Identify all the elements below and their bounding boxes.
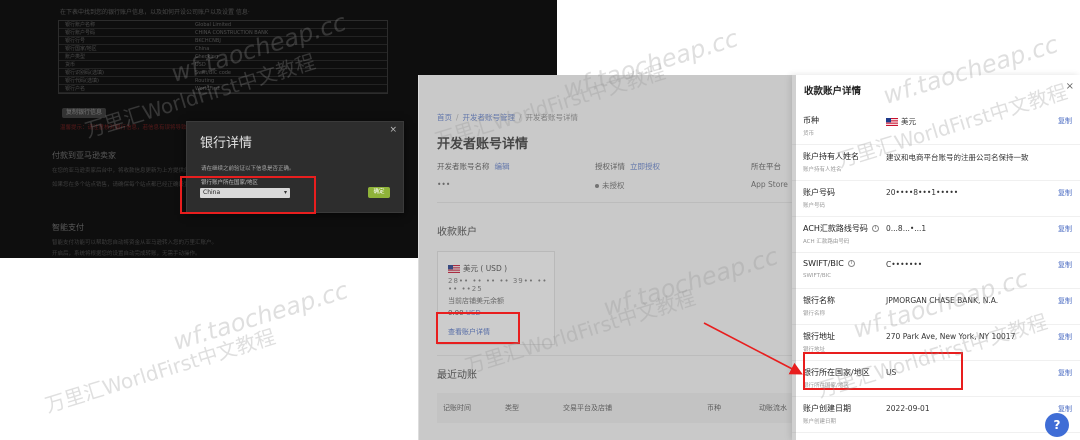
page-title: 开发者账号详情 bbox=[437, 137, 529, 152]
developer-account-page: 首页 / 开发者账号管理 / 开发者账号详情 开发者账号详情 开发者账号名称 编辑 授权详… bbox=[418, 75, 796, 440]
col-header-currency: 币种 bbox=[707, 404, 721, 412]
copy-button[interactable]: 复制 bbox=[1058, 224, 1072, 234]
detail-row-account-number: 账户号码 账户号码 20••••8•••1••••• 复制 bbox=[792, 181, 1080, 217]
close-icon[interactable]: × bbox=[389, 125, 397, 135]
transactions-table-header: 记账时间 类型 交易平台及店铺 币种 动账流水 bbox=[437, 393, 796, 423]
account-name-label: 开发者账号名称 编辑 bbox=[437, 162, 510, 171]
info-icon[interactable]: i bbox=[871, 225, 879, 232]
auth-status: 未授权 bbox=[595, 180, 625, 191]
dialog-description: 请在继续之前验证以下信息是否正确。 bbox=[201, 166, 295, 172]
section-heading: 智能支付 bbox=[52, 223, 84, 232]
detail-row-created-date: 账户创建日期 账户创建日期 2022-09-01 复制 bbox=[792, 397, 1080, 433]
top-note: 在下表中找到您的银行账户信息，以及如何开设公司账户以及设置 信息· bbox=[60, 9, 250, 16]
table-row: 账户类型 Checking bbox=[59, 53, 387, 61]
col-header-type: 类型 bbox=[505, 404, 519, 412]
copy-button[interactable]: 复制 bbox=[1058, 296, 1072, 306]
copy-button[interactable]: 复制 bbox=[1058, 368, 1072, 378]
authorize-link[interactable]: 立即授权 bbox=[630, 162, 660, 171]
platform-value: App Store bbox=[751, 180, 788, 189]
copy-button[interactable]: 复制 bbox=[1058, 188, 1072, 198]
table-row: 银行账户名称 Global Limited bbox=[59, 21, 387, 29]
copy-bank-info-button[interactable]: 复制银行信息 bbox=[62, 108, 106, 118]
card-currency: 美元 ( USD ) bbox=[448, 263, 507, 274]
table-row: 银行国家/地区 China bbox=[59, 45, 387, 53]
bank-info-table: 银行账户名称 Global Limited 银行账户号码 CHINA CONSTRU… bbox=[58, 20, 388, 94]
copy-button[interactable]: 复制 bbox=[1058, 332, 1072, 342]
auth-label: 授权详情 立即授权 bbox=[595, 162, 660, 171]
divider bbox=[437, 202, 796, 203]
drawer-title: 收款账户详情 bbox=[804, 86, 862, 97]
detail-row-holder-name: 账户持有人姓名 账户持有人姓名 建议和电商平台账号的注册公司名保持一致 bbox=[792, 145, 1080, 181]
paragraph: 开启后，系统将根据您的设置自动完成转账，无需手动操作。 bbox=[52, 251, 201, 257]
detail-row-swift: SWIFT/BIC i SWIFT/BIC C••••••• 复制 bbox=[792, 253, 1080, 289]
detail-row-bank-name: 银行名称 银行名称 JPMORGAN CHASE BANK, N.A. 复制 bbox=[792, 289, 1080, 325]
section-heading: 付款到亚马逊卖家 bbox=[52, 151, 116, 160]
table-row: 银行户名 WorldFirst bbox=[59, 85, 387, 93]
recent-transactions-title: 最近动账 bbox=[437, 370, 477, 381]
copy-button[interactable]: 复制 bbox=[1058, 116, 1072, 126]
table-row: 银行代码(选填) Routing bbox=[59, 77, 387, 85]
info-icon[interactable]: i bbox=[847, 260, 855, 267]
table-row: 银行行号 BKCHCNBJ bbox=[59, 37, 387, 45]
col-header-time: 记账时间 bbox=[443, 404, 471, 412]
receive-accounts-title: 收款账户 bbox=[437, 227, 477, 238]
status-dot-icon bbox=[595, 184, 599, 188]
highlight-box-view-details bbox=[436, 312, 520, 344]
account-name-value: ••• bbox=[437, 180, 451, 189]
detail-row-currency: 币种 货币 美元 复制 bbox=[792, 109, 1080, 145]
dialog-title: 银行详情 bbox=[200, 136, 253, 151]
highlight-box-country-select bbox=[180, 176, 316, 214]
table-row: 银行识别码(选填) Swift/BIC code bbox=[59, 69, 387, 77]
us-flag-icon bbox=[448, 265, 460, 273]
table-row: 货币 USD bbox=[59, 61, 387, 69]
platform-label: 所在平台 bbox=[751, 162, 781, 171]
confirm-button[interactable]: 确定 bbox=[368, 187, 390, 198]
divider bbox=[437, 355, 796, 356]
breadcrumb: 首页 / 开发者账号管理 / 开发者账号详情 bbox=[437, 113, 579, 122]
tutorial-composite: 在下表中找到您的银行账户信息，以及如何开设公司账户以及设置 信息· 银行账户名称… bbox=[0, 0, 1080, 440]
paragraph: 智能支付功能可以帮助您自动将资金从亚马逊转入您的万里汇账户。 bbox=[52, 240, 218, 246]
table-row: 银行账户号码 CHINA CONSTRUCTION BANK bbox=[59, 29, 387, 37]
copy-button[interactable]: 复制 bbox=[1058, 260, 1072, 270]
us-flag-icon bbox=[886, 118, 898, 126]
card-account-number: 28•• •• •• •• 39•• •• •• ••25 bbox=[448, 277, 548, 293]
watermark-brand: 万里汇WorldFirst中文教程 bbox=[42, 324, 279, 418]
col-header-flow: 动账流水 bbox=[759, 404, 787, 412]
breadcrumb-current: 开发者账号详情 bbox=[525, 113, 579, 122]
breadcrumb-home[interactable]: 首页 bbox=[437, 113, 452, 122]
close-icon[interactable]: × bbox=[1066, 81, 1074, 92]
edit-link[interactable]: 编辑 bbox=[495, 162, 510, 171]
highlight-box-bank-country bbox=[803, 352, 963, 390]
help-button[interactable]: ? bbox=[1045, 413, 1069, 437]
col-header-platform: 交易平台及店铺 bbox=[563, 404, 612, 412]
breadcrumb-dev-manage[interactable]: 开发者账号管理 bbox=[463, 113, 516, 122]
balance-label: 当前店铺美元余额 bbox=[448, 297, 504, 305]
watermark-site: wf.taocheap.cc bbox=[169, 276, 352, 356]
detail-row-ach: ACH汇款路线号码 i ACH 汇款路由号码 0...8...•...1 复制 bbox=[792, 217, 1080, 253]
